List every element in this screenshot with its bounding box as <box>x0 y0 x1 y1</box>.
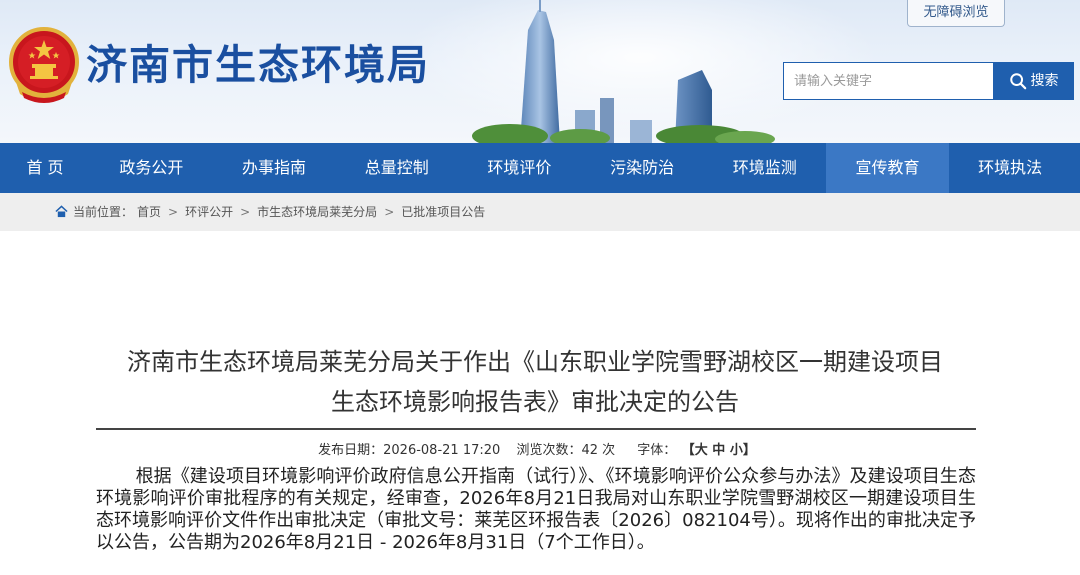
main-nav: 首 页 政务公开 办事指南 总量控制 环境评价 污染防治 环境监测 宣传教育 环… <box>0 143 1080 193</box>
breadcrumb-separator: > <box>168 205 179 219</box>
nav-item-law-enforcement[interactable]: 环境执法 <box>949 143 1072 193</box>
font-size-label: 字体： <box>637 443 677 458</box>
site-title: 济南市生态环境局 <box>86 41 430 89</box>
article-title-line-2: 生态环境影响报告表》审批决定的公告 <box>331 388 739 416</box>
breadcrumb: 当前位置： 首页 > 环评公开 > 市生态环境局莱芜分局 > 已批准项目公告 <box>55 193 485 231</box>
breadcrumb-separator: > <box>240 205 251 219</box>
article-title: 济南市生态环境局莱芜分局关于作出《山东职业学院雪野湖校区一期建设项目 生态环境影… <box>60 342 1010 422</box>
breadcrumb-separator: > <box>384 205 395 219</box>
nav-item-publicity-education[interactable]: 宣传教育 <box>826 143 949 193</box>
nav-item-government-affairs[interactable]: 政务公开 <box>90 143 213 193</box>
article-body: 根据《建设项目环境影响评价政府信息公开指南（试行）》、《环境影响评价公众参与办法… <box>96 466 976 553</box>
breadcrumb-item-home[interactable]: 首页 <box>137 193 161 231</box>
article-title-line-1: 济南市生态环境局莱芜分局关于作出《山东职业学院雪野湖校区一期建设项目 <box>127 348 943 376</box>
search-icon <box>1009 73 1026 90</box>
font-size-control[interactable]: 【大 中 小】 <box>688 443 756 458</box>
search-button[interactable]: 搜索 <box>993 62 1074 100</box>
city-skyline-illustration <box>472 0 775 143</box>
article-meta: 发布日期：2026-08-21 17:20 浏览次数：42 次 字体： 【大 中 … <box>0 441 1080 461</box>
nav-item-environmental-assessment[interactable]: 环境评价 <box>458 143 581 193</box>
search-button-label: 搜索 <box>1030 73 1059 89</box>
search-input[interactable] <box>784 63 993 99</box>
breadcrumb-bar: 当前位置： 首页 > 环评公开 > 市生态环境局莱芜分局 > 已批准项目公告 <box>0 193 1080 231</box>
nav-item-service-guide[interactable]: 办事指南 <box>213 143 336 193</box>
breadcrumb-prefix: 当前位置： <box>73 205 134 219</box>
view-count: 浏览次数：42 次 <box>516 443 616 458</box>
nav-item-pollution-control[interactable]: 污染防治 <box>581 143 704 193</box>
breadcrumb-item-laiwu-branch[interactable]: 市生态环境局莱芜分局 <box>257 193 377 231</box>
accessible-browse-button[interactable]: 无障碍浏览 <box>907 0 1005 27</box>
breadcrumb-item-eia-disclosure[interactable]: 环评公开 <box>185 193 233 231</box>
nav-item-environmental-monitoring[interactable]: 环境监测 <box>703 143 826 193</box>
publish-date: 发布日期：2026-08-21 17:20 <box>318 443 501 458</box>
nav-item-total-control[interactable]: 总量控制 <box>335 143 458 193</box>
national-emblem-icon <box>9 27 79 103</box>
site-header: 济南市生态环境局 无障碍浏览 请输入关键字 搜索 <box>0 0 1080 143</box>
breadcrumb-item-approved-projects[interactable]: 已批准项目公告 <box>401 193 485 231</box>
title-divider <box>96 428 976 430</box>
search-box <box>783 62 993 100</box>
nav-item-home[interactable]: 首 页 <box>0 143 90 193</box>
home-icon <box>55 205 68 218</box>
